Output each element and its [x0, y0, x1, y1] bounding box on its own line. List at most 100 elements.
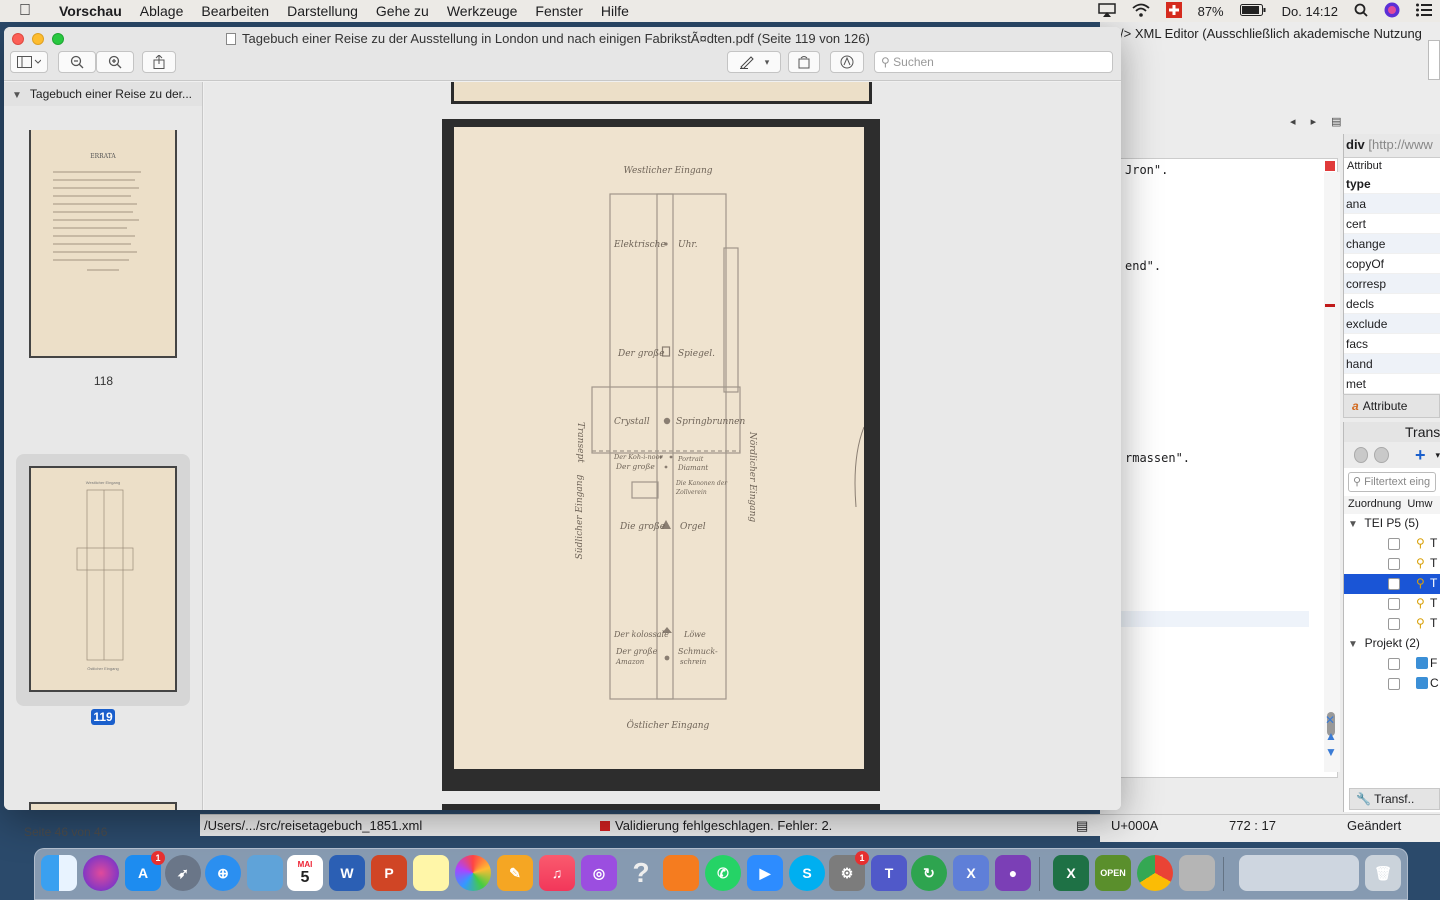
skype-icon[interactable]: S: [789, 855, 825, 891]
page-thumbnail-120[interactable]: [29, 802, 177, 810]
menu-hilfe[interactable]: Hilfe: [592, 3, 638, 19]
tree-group-projekt[interactable]: ▼ Projekt (2): [1344, 634, 1440, 654]
xml-editor-scroll-stub[interactable]: [1428, 40, 1440, 80]
zoom-window-button[interactable]: [52, 33, 64, 45]
scenario-checkbox[interactable]: [1388, 558, 1400, 570]
search-input[interactable]: ⚲ Suchen: [874, 51, 1113, 73]
markup-toolbar-button[interactable]: [830, 51, 864, 73]
share-button[interactable]: [142, 51, 176, 73]
scenario-checkbox[interactable]: [1388, 658, 1400, 670]
xml-editor-scrollbar[interactable]: [1324, 172, 1340, 772]
books-icon[interactable]: [663, 855, 699, 891]
filter-input[interactable]: ⚲ Filtertext eing: [1348, 472, 1436, 492]
menu-werkzeuge[interactable]: Werkzeuge: [438, 3, 527, 19]
attribute-row[interactable]: met: [1344, 374, 1440, 394]
attribute-row[interactable]: hand: [1344, 354, 1440, 374]
wifi-icon[interactable]: [1124, 3, 1158, 20]
trash-icon[interactable]: 🗑: [1365, 855, 1401, 891]
tree-item[interactable]: ⚲ T: [1344, 534, 1440, 554]
zoom-out-button[interactable]: [58, 51, 96, 73]
scenario-checkbox[interactable]: [1388, 538, 1400, 550]
whatsapp-icon[interactable]: ✆: [705, 855, 741, 891]
tree-item[interactable]: ⚲ T: [1344, 614, 1440, 634]
tree-item[interactable]: ⚲ T: [1344, 554, 1440, 574]
scenario-checkbox[interactable]: [1388, 598, 1400, 610]
help-icon[interactable]: ?: [623, 855, 659, 891]
attribute-row[interactable]: type: [1344, 174, 1440, 194]
tree-item-selected[interactable]: ⚲ T: [1344, 574, 1440, 594]
siri-icon[interactable]: [1376, 2, 1408, 21]
status-validation[interactable]: Validierung fehlgeschlagen. Fehler: 2.: [600, 818, 832, 833]
run-transform-button[interactable]: [1354, 447, 1369, 463]
safari-icon[interactable]: ⊕: [205, 855, 241, 891]
airplay-icon[interactable]: [1090, 2, 1124, 20]
rotate-button[interactable]: [788, 51, 820, 73]
scenario-checkbox[interactable]: [1388, 678, 1400, 690]
add-scenario-button[interactable]: +: [1415, 445, 1426, 466]
xml-code-editor[interactable]: Jron". end". rmassen".: [1120, 158, 1338, 778]
menu-clock[interactable]: Do. 14:12: [1274, 4, 1346, 19]
photos-icon[interactable]: [455, 855, 491, 891]
teams-icon[interactable]: T: [871, 855, 907, 891]
spotlight-search-icon[interactable]: [1346, 3, 1376, 20]
page-thumbnail-118[interactable]: ERRATA: [29, 130, 177, 358]
chevron-down-icon[interactable]: ▾: [1435, 450, 1440, 461]
menu-bearbeiten[interactable]: Bearbeiten: [192, 3, 278, 19]
attribute-row[interactable]: cert: [1344, 214, 1440, 234]
zoom-in-button[interactable]: [96, 51, 134, 73]
menu-gehe-zu[interactable]: Gehe zu: [367, 3, 438, 19]
attribute-row[interactable]: copyOf: [1344, 254, 1440, 274]
markup-pen-button[interactable]: ▾: [727, 51, 781, 73]
menu-ablage[interactable]: Ablage: [131, 3, 193, 19]
menu-darstellung[interactable]: Darstellung: [278, 3, 367, 19]
app-store-icon[interactable]: A1: [125, 851, 165, 891]
chrome-icon[interactable]: [1137, 855, 1173, 891]
excel-icon[interactable]: X: [1053, 855, 1089, 891]
finder-icon[interactable]: [41, 855, 77, 891]
x-app-icon[interactable]: X: [953, 855, 989, 891]
downloads-icon[interactable]: [1239, 855, 1359, 891]
siri-icon[interactable]: [83, 855, 119, 891]
attribute-row[interactable]: facs: [1344, 334, 1440, 354]
sidebar-document-header[interactable]: ▼ Tagebuch einer Reise zu der...: [4, 82, 202, 106]
github-icon[interactable]: ●: [995, 855, 1031, 891]
minimize-window-button[interactable]: [32, 33, 44, 45]
sidebar-toggle-button[interactable]: [10, 51, 48, 73]
attribute-row[interactable]: ana: [1344, 194, 1440, 214]
tree-item[interactable]: ⚲ T: [1344, 594, 1440, 614]
battery-icon[interactable]: [1232, 3, 1274, 19]
error-marker[interactable]: [1325, 161, 1335, 171]
zoom-icon[interactable]: ▶: [747, 855, 783, 891]
debug-transform-button[interactable]: [1374, 447, 1389, 463]
notes-icon[interactable]: [413, 855, 449, 891]
menu-fenster[interactable]: Fenster: [526, 3, 591, 19]
transformation-tab[interactable]: 🔧 Transf..: [1349, 788, 1440, 810]
xml-editor-nav-arrows[interactable]: ◂ ▸ ▤: [1290, 115, 1348, 128]
powerpoint-icon[interactable]: P: [371, 855, 407, 891]
menu-app-name[interactable]: Vorschau: [50, 3, 131, 19]
system-preferences-icon[interactable]: ⚙ 1: [829, 851, 869, 891]
attribute-row[interactable]: exclude: [1344, 314, 1440, 334]
scenario-checkbox[interactable]: [1388, 618, 1400, 630]
notification-center-icon[interactable]: [1408, 3, 1440, 20]
music-icon[interactable]: ♫: [539, 855, 575, 891]
pages-icon[interactable]: ✎: [497, 855, 533, 891]
word-icon[interactable]: W: [329, 855, 365, 891]
document-viewer[interactable]: Westlicher Eingang Östlicher Eingang Tra…: [204, 82, 1121, 810]
scenario-checkbox[interactable]: [1388, 578, 1400, 590]
attribute-row[interactable]: decls: [1344, 294, 1440, 314]
close-window-button[interactable]: [12, 33, 24, 45]
page-thumbnail-119[interactable]: Westlicher Eingang Östlicher Eingang: [29, 466, 177, 692]
keyboard-layout-swiss-icon[interactable]: [1158, 1, 1190, 21]
tree-item[interactable]: F: [1344, 654, 1440, 674]
calendar-icon[interactable]: MAI 5: [287, 855, 323, 891]
attribute-row[interactable]: corresp: [1344, 274, 1440, 294]
preview-icon[interactable]: [247, 855, 283, 891]
tree-group-tei[interactable]: ▼ TEI P5 (5): [1344, 514, 1440, 534]
open-icon[interactable]: OPEN: [1095, 855, 1131, 891]
attributes-tab[interactable]: a Attribute: [1343, 394, 1440, 418]
podcasts-icon[interactable]: ◎: [581, 855, 617, 891]
apple-menu-icon[interactable]: : [0, 2, 50, 20]
image-capture-icon[interactable]: [1179, 855, 1215, 891]
launchpad-icon[interactable]: ➶: [165, 855, 201, 891]
